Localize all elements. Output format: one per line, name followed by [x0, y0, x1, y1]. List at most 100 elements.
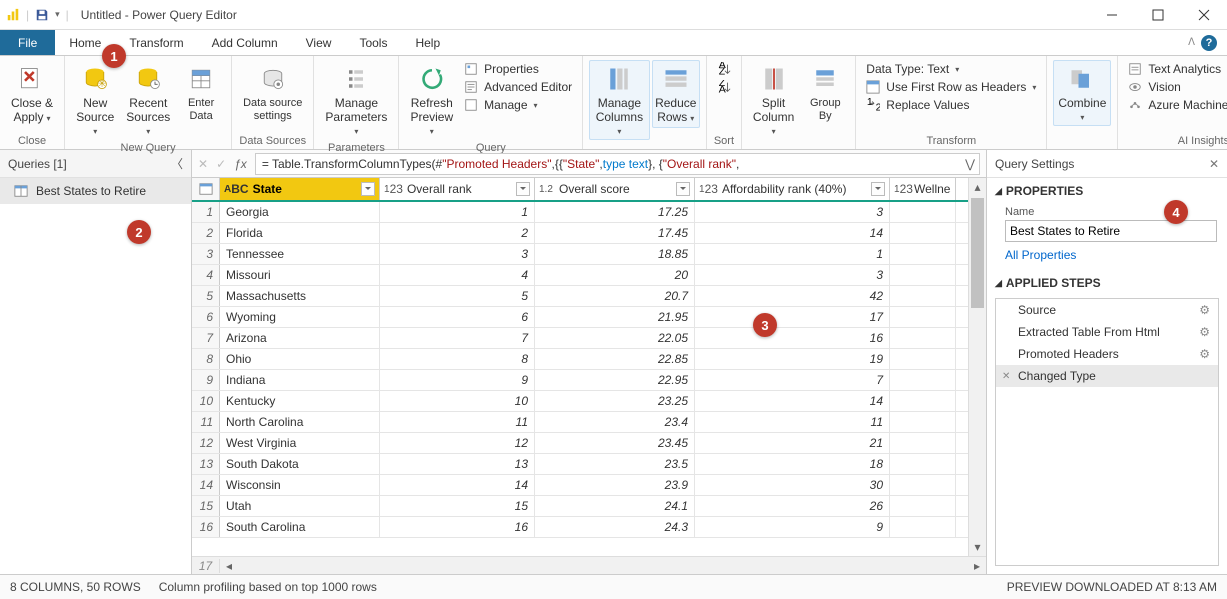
column-header-overall-score[interactable]: 1.2Overall score [535, 178, 695, 200]
cell-aff[interactable]: 21 [695, 433, 890, 453]
cell-well[interactable] [890, 391, 956, 411]
cell-well[interactable] [890, 412, 956, 432]
tab-help[interactable]: Help [401, 30, 454, 55]
cell-aff[interactable]: 42 [695, 286, 890, 306]
cell-well[interactable] [890, 433, 956, 453]
close-settings-icon[interactable]: ✕ [1209, 157, 1219, 171]
close-step-icon[interactable]: ✕ [1002, 371, 1010, 382]
formula-commit-icon[interactable]: ✓ [216, 157, 226, 171]
filter-icon[interactable] [871, 182, 885, 196]
step-promoted[interactable]: Promoted Headers⚙ [996, 343, 1218, 365]
cell-score[interactable]: 21.95 [535, 307, 695, 327]
cell-aff[interactable]: 14 [695, 223, 890, 243]
scroll-down-icon[interactable]: ▾ [969, 538, 986, 556]
cell-score[interactable]: 22.95 [535, 370, 695, 390]
cell-rank[interactable]: 12 [380, 433, 535, 453]
new-source-button[interactable]: ✳ New Source ▾ [71, 60, 119, 140]
cell-state[interactable]: Ohio [220, 349, 380, 369]
scroll-up-icon[interactable]: ▴ [969, 178, 986, 196]
scroll-right-icon[interactable]: ▸ [968, 559, 986, 573]
cell-aff[interactable]: 18 [695, 454, 890, 474]
query-name-input[interactable] [1005, 220, 1217, 242]
help-icon[interactable]: ? [1201, 35, 1217, 51]
cell-state[interactable]: West Virginia [220, 433, 380, 453]
cell-aff[interactable]: 26 [695, 496, 890, 516]
table-row[interactable]: 4Missouri4203 [192, 265, 986, 286]
sort-asc-button[interactable]: AZ [713, 60, 735, 78]
fx-icon[interactable]: ƒx [234, 157, 247, 171]
tab-tools[interactable]: Tools [345, 30, 401, 55]
azure-ml-button[interactable]: Azure Machine Learning [1124, 96, 1227, 114]
cell-state[interactable]: North Carolina [220, 412, 380, 432]
data-source-settings-button[interactable]: Data source settings [238, 60, 307, 125]
cell-score[interactable]: 23.45 [535, 433, 695, 453]
cell-rank[interactable]: 13 [380, 454, 535, 474]
cell-aff[interactable]: 3 [695, 202, 890, 222]
first-row-headers-button[interactable]: Use First Row as Headers ▾ [862, 78, 1040, 96]
cell-well[interactable] [890, 286, 956, 306]
cell-rank[interactable]: 6 [380, 307, 535, 327]
column-header-overall-rank[interactable]: 123Overall rank [380, 178, 535, 200]
cell-score[interactable]: 20 [535, 265, 695, 285]
table-row[interactable]: 6Wyoming621.9517 [192, 307, 986, 328]
cell-state[interactable]: Massachusetts [220, 286, 380, 306]
table-row[interactable]: 14Wisconsin1423.930 [192, 475, 986, 496]
table-row[interactable]: 5Massachusetts520.742 [192, 286, 986, 307]
properties-button[interactable]: Properties [460, 60, 576, 78]
cell-aff[interactable]: 11 [695, 412, 890, 432]
cell-score[interactable]: 24.3 [535, 517, 695, 537]
step-source[interactable]: Source⚙ [996, 299, 1218, 321]
cell-score[interactable]: 24.1 [535, 496, 695, 516]
cell-score[interactable]: 23.5 [535, 454, 695, 474]
manage-parameters-button[interactable]: Manage Parameters ▾ [320, 60, 392, 140]
cell-state[interactable]: Kentucky [220, 391, 380, 411]
cell-well[interactable] [890, 454, 956, 474]
data-type-button[interactable]: Data Type: Text ▾ [862, 60, 1040, 78]
cell-well[interactable] [890, 496, 956, 516]
table-row[interactable]: 7Arizona722.0516 [192, 328, 986, 349]
cell-rank[interactable]: 10 [380, 391, 535, 411]
cell-score[interactable]: 23.4 [535, 412, 695, 432]
manage-query-button[interactable]: Manage ▾ [460, 96, 576, 114]
table-row[interactable]: 3Tennessee318.851 [192, 244, 986, 265]
cell-rank[interactable]: 5 [380, 286, 535, 306]
cell-well[interactable] [890, 517, 956, 537]
cell-rank[interactable]: 15 [380, 496, 535, 516]
cell-well[interactable] [890, 244, 956, 264]
cell-score[interactable]: 17.45 [535, 223, 695, 243]
cell-state[interactable]: Utah [220, 496, 380, 516]
tab-add-column[interactable]: Add Column [198, 30, 292, 55]
text-analytics-button[interactable]: Text Analytics [1124, 60, 1227, 78]
manage-columns-button[interactable]: Manage Columns ▾ [589, 60, 649, 140]
table-row[interactable]: 11North Carolina1123.411 [192, 412, 986, 433]
column-header-affordability[interactable]: 123Affordability rank (40%) [695, 178, 890, 200]
cell-rank[interactable]: 7 [380, 328, 535, 348]
cell-well[interactable] [890, 223, 956, 243]
vertical-scrollbar[interactable]: ▴ ▾ [968, 178, 986, 556]
close-button[interactable] [1181, 0, 1227, 30]
cell-state[interactable]: Indiana [220, 370, 380, 390]
table-row[interactable]: 2Florida217.4514 [192, 223, 986, 244]
table-row[interactable]: 13South Dakota1323.518 [192, 454, 986, 475]
table-row[interactable]: 1Georgia117.253 [192, 202, 986, 223]
cell-state[interactable]: South Carolina [220, 517, 380, 537]
cell-well[interactable] [890, 202, 956, 222]
refresh-preview-button[interactable]: Refresh Preview ▾ [405, 60, 458, 140]
cell-aff[interactable]: 14 [695, 391, 890, 411]
reduce-rows-button[interactable]: Reduce Rows ▾ [652, 60, 700, 128]
cell-score[interactable]: 20.7 [535, 286, 695, 306]
recent-sources-button[interactable]: Recent Sources ▾ [122, 60, 176, 140]
group-by-button[interactable]: Group By [801, 60, 849, 125]
cell-well[interactable] [890, 307, 956, 327]
cell-aff[interactable]: 3 [695, 265, 890, 285]
cell-rank[interactable]: 2 [380, 223, 535, 243]
cell-aff[interactable]: 1 [695, 244, 890, 264]
all-properties-link[interactable]: All Properties [1005, 248, 1076, 262]
cell-score[interactable]: 22.05 [535, 328, 695, 348]
column-header-state[interactable]: ABCState [220, 178, 380, 200]
sort-desc-button[interactable]: ZA [713, 78, 735, 96]
cell-score[interactable]: 17.25 [535, 202, 695, 222]
cell-rank[interactable]: 8 [380, 349, 535, 369]
cell-score[interactable]: 18.85 [535, 244, 695, 264]
column-header-wellness[interactable]: 123Wellness [890, 178, 956, 200]
